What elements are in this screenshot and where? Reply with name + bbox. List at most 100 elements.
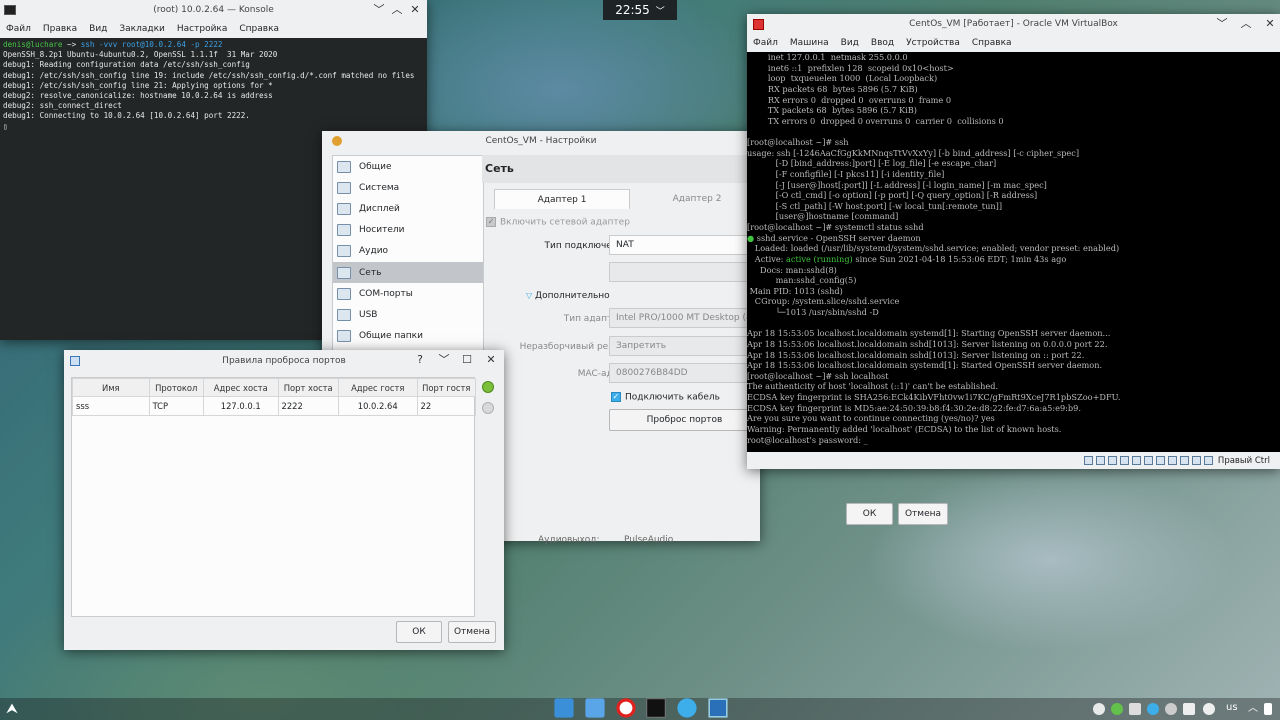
add-rule-icon[interactable] — [482, 381, 494, 393]
clock-widget[interactable]: 22:55 ﹀ — [603, 0, 677, 20]
usb-icon[interactable] — [1131, 456, 1141, 465]
col-guest-port[interactable]: Порт гостя — [416, 378, 477, 397]
adapter-type-select[interactable]: Intel PRO/1000 MT Desktop (82 — [609, 308, 760, 328]
cable-checkbox[interactable]: ✓ Подключить кабель — [611, 392, 720, 403]
tab-adapter-1[interactable]: Адаптер 1 — [494, 189, 630, 209]
cell-guest-ip[interactable]: 10.0.2.64 — [337, 396, 418, 416]
menu-machine[interactable]: Машина — [784, 38, 835, 48]
clipboard-icon[interactable] — [1129, 703, 1141, 715]
conn-type-select[interactable]: NAT — [609, 235, 760, 255]
portfwd-titlebar[interactable]: Правила проброса портов ? ﹀ ☐ ✕ — [64, 350, 504, 371]
close-icon[interactable]: ✕ — [408, 3, 422, 17]
updates-icon[interactable] — [1165, 703, 1177, 715]
vm-console[interactable]: inet 127.0.0.1 netmask 255.0.0.0 inet6 :… — [747, 52, 1280, 452]
menu-help[interactable]: Справка — [966, 38, 1018, 48]
cpu-icon[interactable] — [1179, 456, 1189, 465]
menu-file[interactable]: Файл — [0, 24, 37, 34]
sync-icon[interactable] — [1093, 703, 1105, 715]
col-protocol[interactable]: Протокол — [148, 378, 204, 397]
opera-browser-icon[interactable] — [616, 698, 636, 718]
nav-serial-ports[interactable]: COM-порты — [333, 283, 483, 304]
nav-general[interactable]: Общие — [333, 156, 483, 177]
nav-network[interactable]: Сеть — [333, 261, 483, 284]
port-forwarding-button[interactable]: Проброс портов — [609, 409, 760, 431]
cell-protocol[interactable]: TCP — [148, 396, 204, 416]
cancel-button[interactable]: Отмена — [448, 621, 496, 643]
menu-edit[interactable]: Правка — [37, 24, 83, 34]
terminal-line: OpenSSH_8.2p1 Ubuntu-4ubuntu0.2, OpenSSL… — [3, 50, 278, 60]
recording-icon[interactable] — [1167, 456, 1177, 465]
ok-button[interactable]: ОК — [396, 621, 442, 643]
nav-label: Аудио — [359, 246, 389, 257]
cell-host-ip[interactable]: 127.0.0.1 — [202, 396, 279, 416]
settings-titlebar[interactable]: CentOs_VM - Настройки — [322, 131, 760, 151]
nav-audio[interactable]: Аудио — [333, 241, 483, 262]
nav-storage[interactable]: Носители — [333, 220, 483, 241]
display-icon[interactable] — [1155, 456, 1165, 465]
nav-display[interactable]: Дисплей — [333, 198, 483, 219]
col-name[interactable]: Имя — [72, 378, 150, 397]
settings-ok-button[interactable]: ОК — [846, 503, 893, 525]
konsole-titlebar[interactable]: (root) 10.0.2.64 — Konsole ﹀ ︿ ✕ — [0, 0, 427, 20]
col-host-port[interactable]: Порт хоста — [277, 378, 339, 397]
konsole-icon[interactable] — [646, 698, 666, 718]
close-icon[interactable]: ✕ — [484, 353, 498, 367]
keyboard-layout[interactable]: us — [1226, 702, 1238, 713]
optical-drive-icon[interactable] — [1095, 456, 1105, 465]
menu-help[interactable]: Справка — [233, 24, 285, 34]
col-guest-ip[interactable]: Адрес гостя — [337, 378, 418, 397]
enable-adapter-checkbox[interactable]: ✓ Включить сетевой адаптер — [486, 217, 630, 228]
settings-cancel-button[interactable]: Отмена — [898, 503, 948, 525]
nav-system[interactable]: Система — [333, 177, 483, 198]
network-icon[interactable] — [1119, 456, 1129, 465]
maximize-icon[interactable]: ︿ — [390, 3, 404, 17]
menu-input[interactable]: Ввод — [865, 38, 900, 48]
menu-devices[interactable]: Устройства — [900, 38, 966, 48]
file-manager-icon[interactable] — [585, 698, 605, 718]
close-icon[interactable]: ✕ — [1263, 17, 1277, 31]
network-icon[interactable] — [677, 698, 697, 718]
serial-port-icon — [337, 287, 351, 300]
table-row[interactable]: sss TCP 127.0.0.1 2222 10.0.2.64 22 — [72, 396, 477, 416]
minimize-icon[interactable]: ﹀ — [1215, 17, 1229, 31]
dolphin-folder-icon[interactable] — [554, 698, 574, 718]
col-host-ip[interactable]: Адрес хоста — [202, 378, 279, 397]
shared-folder-icon[interactable] — [1143, 456, 1153, 465]
keyboard-icon[interactable] — [1203, 456, 1213, 465]
cell-host-port[interactable]: 2222 — [277, 396, 339, 416]
cell-name[interactable]: sss — [72, 396, 150, 416]
menu-view[interactable]: Вид — [835, 38, 865, 48]
vbox-titlebar[interactable]: CentOs_VM [Работает] - Oracle VM Virtual… — [747, 14, 1280, 34]
battery-icon[interactable] — [1264, 703, 1272, 715]
maximize-icon[interactable]: ︿ — [1239, 17, 1253, 31]
maximize-icon[interactable]: ☐ — [460, 353, 474, 367]
chevron-up-icon[interactable]: ︿ — [1248, 703, 1260, 715]
advanced-toggle[interactable]: ▽ Дополнительно — [526, 291, 610, 301]
bluetooth-icon[interactable] — [1147, 703, 1159, 715]
hdd-icon[interactable] — [1083, 456, 1093, 465]
mac-field[interactable]: 0800276B84DD — [609, 363, 760, 383]
name-select[interactable] — [609, 262, 760, 282]
minimize-icon[interactable]: ﹀ — [372, 3, 386, 17]
nav-usb[interactable]: USB — [333, 304, 483, 325]
nav-shared-folders[interactable]: Общие папки — [333, 326, 483, 347]
menu-file[interactable]: Файл — [747, 38, 784, 48]
audio-icon[interactable] — [1107, 456, 1117, 465]
menu-view[interactable]: Вид — [83, 24, 113, 34]
cell-guest-port[interactable]: 22 — [416, 396, 477, 416]
menu-settings[interactable]: Настройка — [171, 24, 234, 34]
volume-icon[interactable] — [1183, 703, 1195, 715]
promisc-select[interactable]: Запретить — [609, 336, 760, 356]
konsole-menubar: Файл Правка Вид Закладки Настройка Справ… — [0, 20, 427, 38]
tab-adapter-2[interactable]: Адаптер 2 — [630, 189, 764, 209]
help-icon[interactable]: ? — [413, 353, 427, 367]
menu-bookmarks[interactable]: Закладки — [113, 24, 171, 34]
check-icon[interactable] — [1111, 703, 1123, 715]
mouse-integration-icon[interactable] — [1191, 456, 1201, 465]
remove-rule-icon[interactable] — [482, 402, 494, 414]
minimize-icon[interactable]: ﹀ — [437, 353, 451, 367]
nav-label: Носители — [359, 225, 405, 236]
wifi-icon[interactable] — [1203, 703, 1215, 715]
app-launcher-icon[interactable]: ⮝ — [6, 701, 22, 717]
virtualbox-icon[interactable] — [708, 698, 728, 718]
